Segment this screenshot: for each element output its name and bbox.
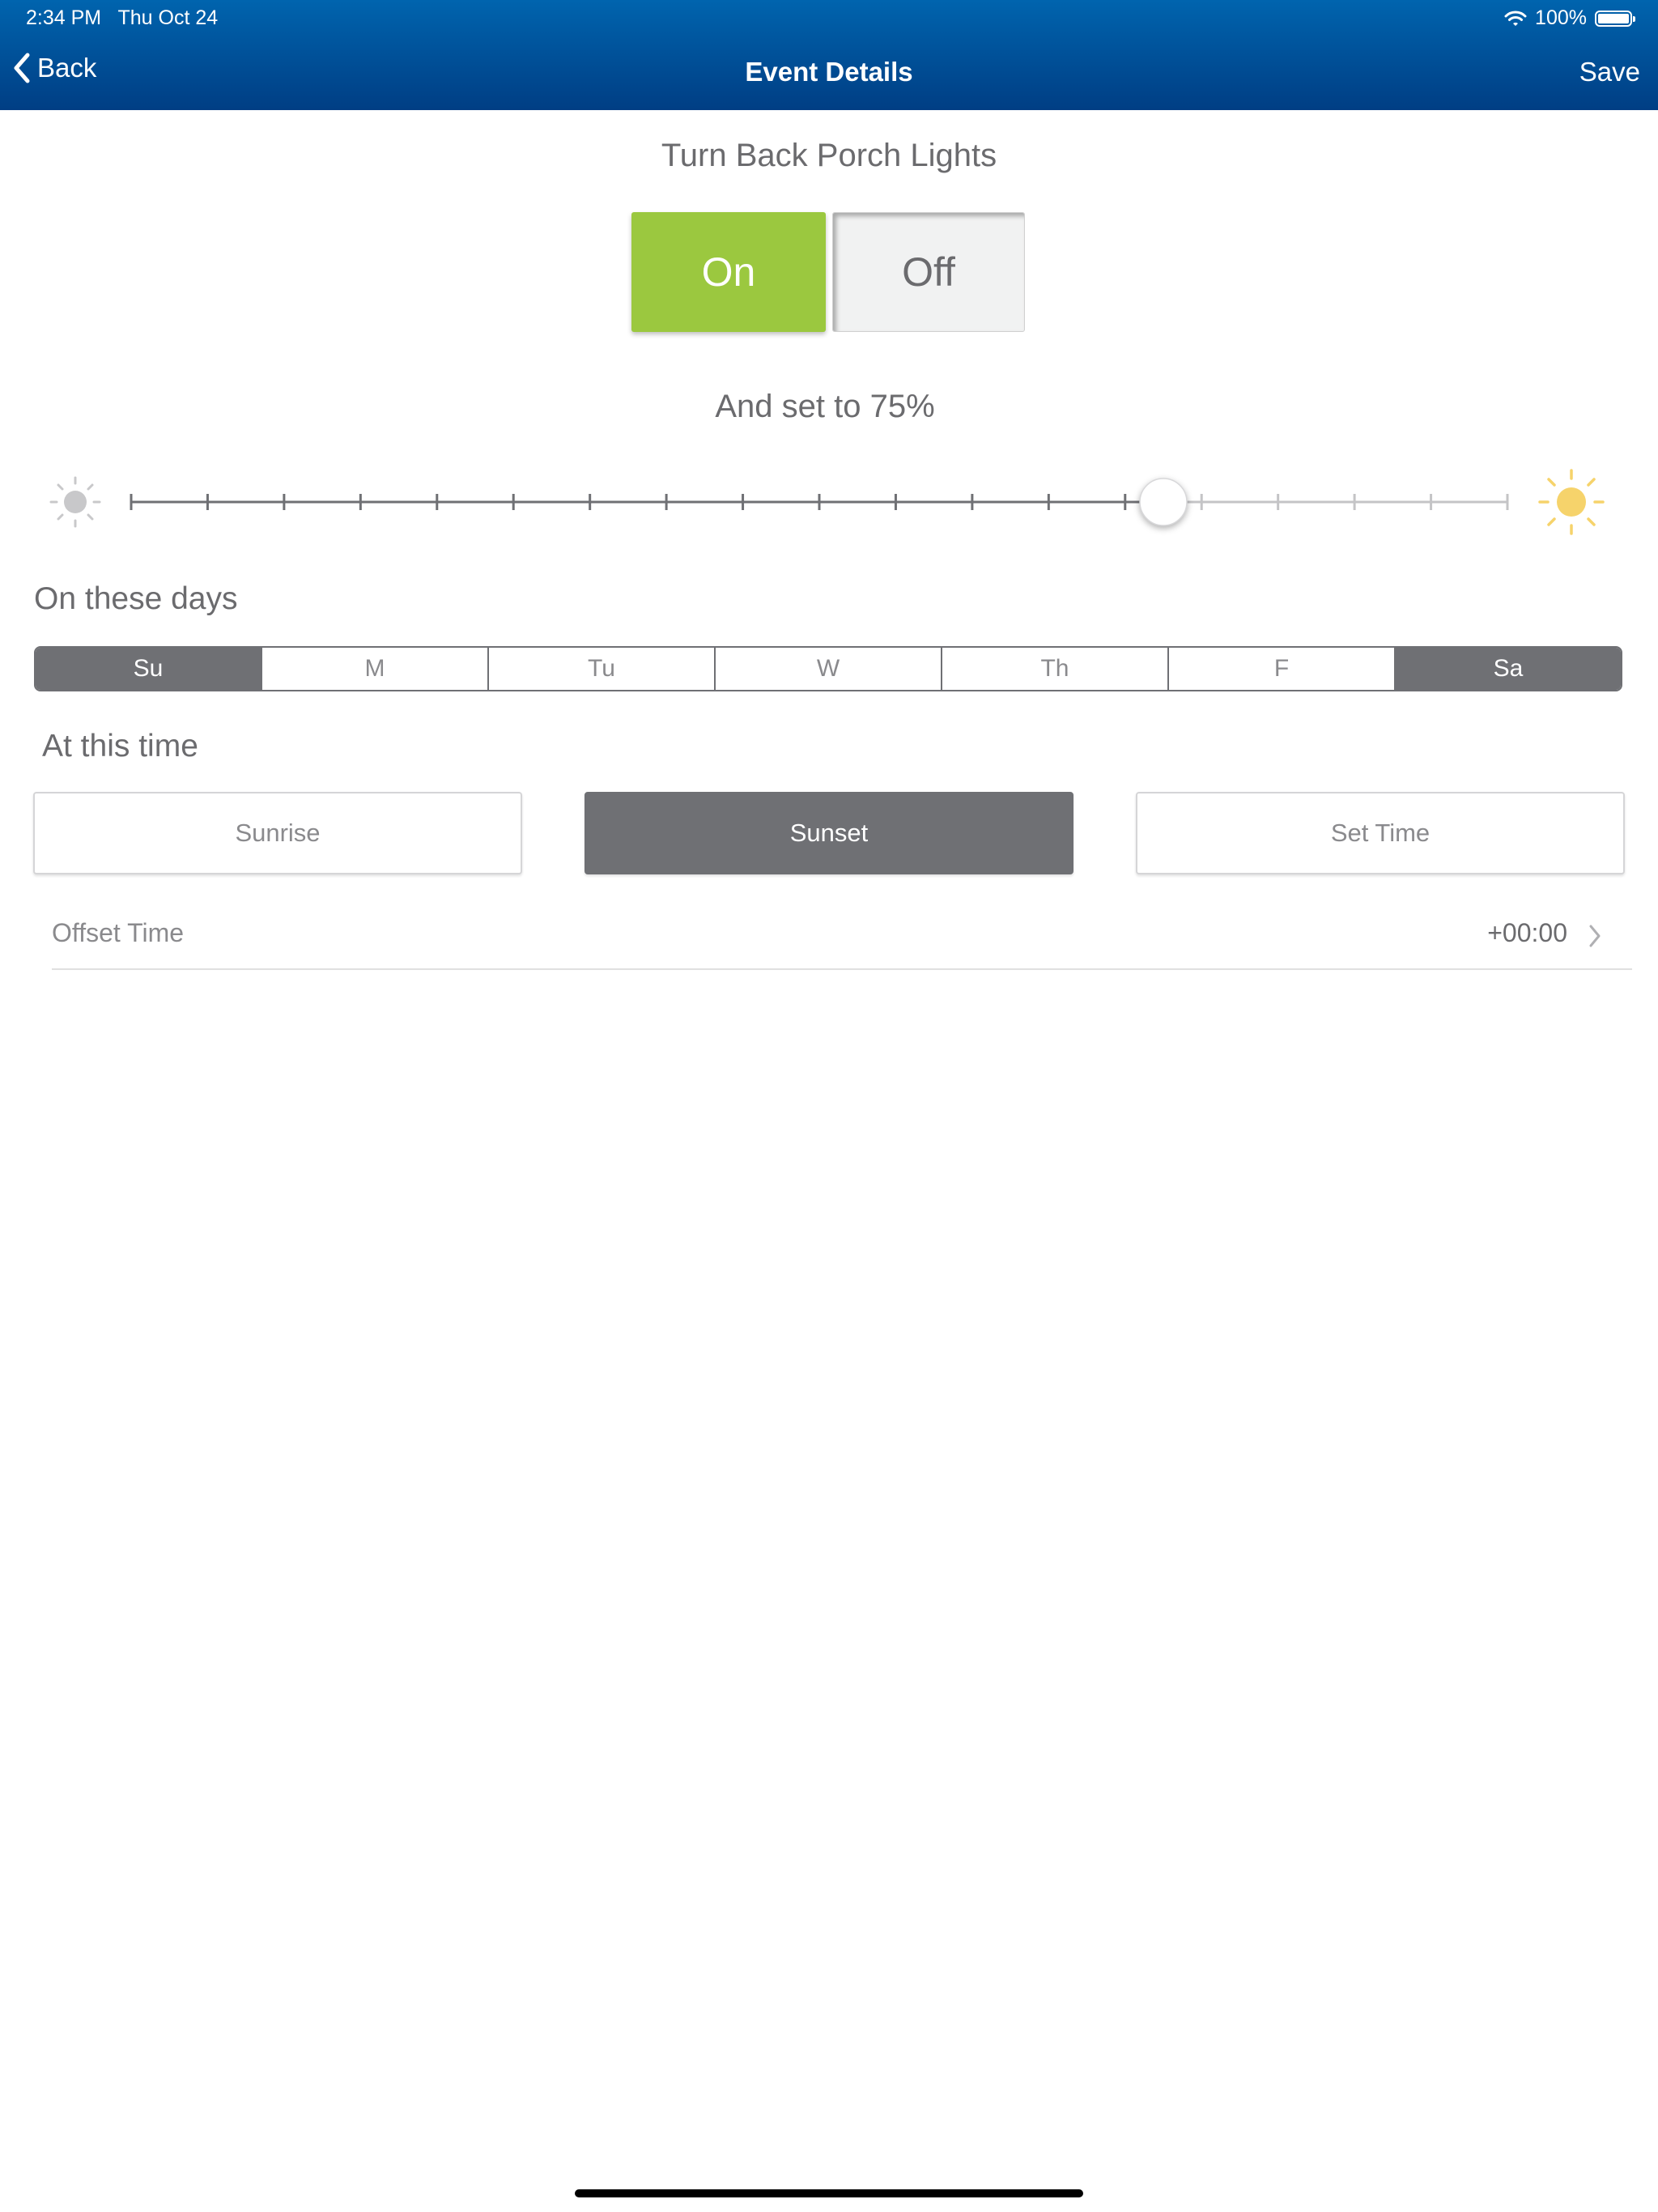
offset-time-value: +00:00 bbox=[1487, 918, 1567, 947]
brightness-slider[interactable] bbox=[0, 453, 1658, 551]
slider-thumb[interactable] bbox=[1139, 478, 1188, 526]
sunrise-button[interactable]: Sunrise bbox=[33, 792, 522, 874]
time-section-label: At this time bbox=[42, 729, 198, 764]
status-clock: 2:34 PM bbox=[26, 6, 102, 29]
chevron-right-icon bbox=[1589, 925, 1601, 947]
day-tuesday[interactable]: Tu bbox=[487, 648, 714, 690]
device-heading: Turn Back Porch Lights bbox=[661, 138, 997, 173]
brightness-label: And set to 75% bbox=[715, 389, 935, 424]
day-friday[interactable]: F bbox=[1167, 648, 1394, 690]
day-selector: Su M Tu W Th F Sa bbox=[34, 646, 1622, 691]
days-section-label: On these days bbox=[34, 581, 238, 616]
slider-track[interactable] bbox=[130, 478, 1509, 526]
dim-sun-icon bbox=[49, 476, 101, 528]
page-title: Event Details bbox=[745, 57, 913, 87]
sunset-button[interactable]: Sunset bbox=[585, 792, 1073, 874]
day-monday[interactable]: M bbox=[261, 648, 487, 690]
navigation-bar: 2:34 PM Thu Oct 24 100% Back Event Detai… bbox=[0, 0, 1658, 110]
offset-time-row[interactable]: Offset Time +00:00 bbox=[52, 910, 1632, 970]
save-button[interactable]: Save bbox=[1579, 57, 1640, 87]
day-wednesday[interactable]: W bbox=[714, 648, 941, 690]
off-button[interactable]: Off bbox=[832, 212, 1025, 332]
day-thursday[interactable]: Th bbox=[941, 648, 1167, 690]
battery-percent: 100% bbox=[1535, 6, 1587, 29]
battery-icon bbox=[1595, 10, 1635, 27]
offset-time-label: Offset Time bbox=[52, 918, 185, 947]
status-indicators: 100% bbox=[1504, 6, 1635, 30]
wifi-icon bbox=[1504, 11, 1527, 26]
status-time: 2:34 PM Thu Oct 24 bbox=[26, 6, 218, 30]
bright-sun-icon bbox=[1538, 469, 1605, 535]
home-indicator bbox=[575, 2189, 1083, 2197]
day-saturday[interactable]: Sa bbox=[1394, 648, 1621, 690]
on-button[interactable]: On bbox=[631, 212, 826, 332]
set-time-button[interactable]: Set Time bbox=[1136, 792, 1625, 874]
status-date: Thu Oct 24 bbox=[117, 6, 219, 29]
day-sunday[interactable]: Su bbox=[36, 648, 261, 690]
